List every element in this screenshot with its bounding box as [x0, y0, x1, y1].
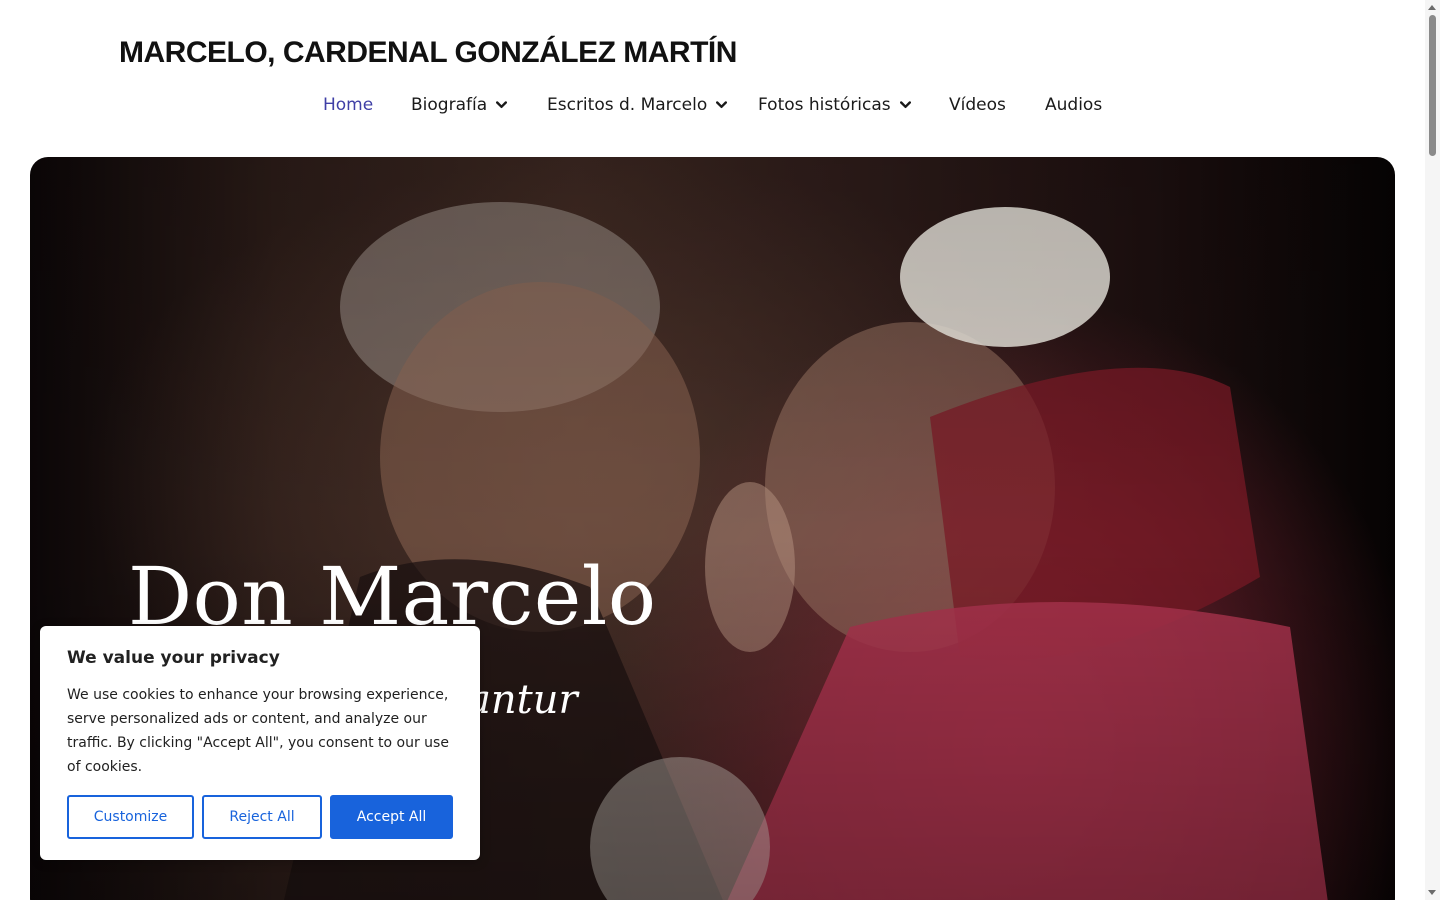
- site-title[interactable]: MARCELO, CARDENAL GONZÁLEZ MARTÍN: [119, 36, 737, 70]
- nav-item-label: Home: [323, 95, 374, 115]
- nav-item-label: Biografía: [411, 95, 488, 115]
- nav-item-label: Vídeos: [949, 95, 1006, 115]
- nav-item-audios[interactable]: Audios: [1045, 95, 1102, 115]
- scrollbar-thumb[interactable]: [1429, 15, 1436, 156]
- nav-item-escritos[interactable]: Escritos d. Marcelo: [547, 95, 758, 115]
- cookie-button-group: Customize Reject All Accept All: [67, 795, 453, 839]
- nav-item-label: Escritos d. Marcelo: [547, 95, 708, 115]
- nav-item-home[interactable]: Home: [323, 95, 411, 115]
- scroll-down-icon[interactable]: [1428, 890, 1436, 895]
- nav-item-videos[interactable]: Vídeos: [949, 95, 1045, 115]
- customize-button[interactable]: Customize: [67, 795, 194, 839]
- accept-all-button[interactable]: Accept All: [330, 795, 453, 839]
- nav-item-fotos-historicas[interactable]: Fotos históricas: [758, 95, 949, 115]
- vertical-scrollbar[interactable]: [1425, 0, 1440, 900]
- scroll-up-icon[interactable]: [1428, 5, 1436, 10]
- nav-item-label: Audios: [1045, 95, 1103, 115]
- nav-item-label: Fotos históricas: [758, 95, 891, 115]
- cookie-banner-text: We use cookies to enhance your browsing …: [67, 687, 449, 775]
- reject-all-button[interactable]: Reject All: [202, 795, 322, 839]
- cookie-consent-banner: We value your privacy We use cookies to …: [40, 626, 480, 860]
- main-navigation: Home Biografía Escritos d. Marcelo Fotos…: [323, 92, 1102, 118]
- chevron-down-icon[interactable]: [496, 101, 508, 109]
- chevron-down-icon[interactable]: [899, 101, 911, 109]
- cookie-banner-title: We value your privacy: [67, 648, 280, 668]
- chevron-down-icon[interactable]: [716, 101, 728, 109]
- nav-item-biografia[interactable]: Biografía: [411, 95, 547, 115]
